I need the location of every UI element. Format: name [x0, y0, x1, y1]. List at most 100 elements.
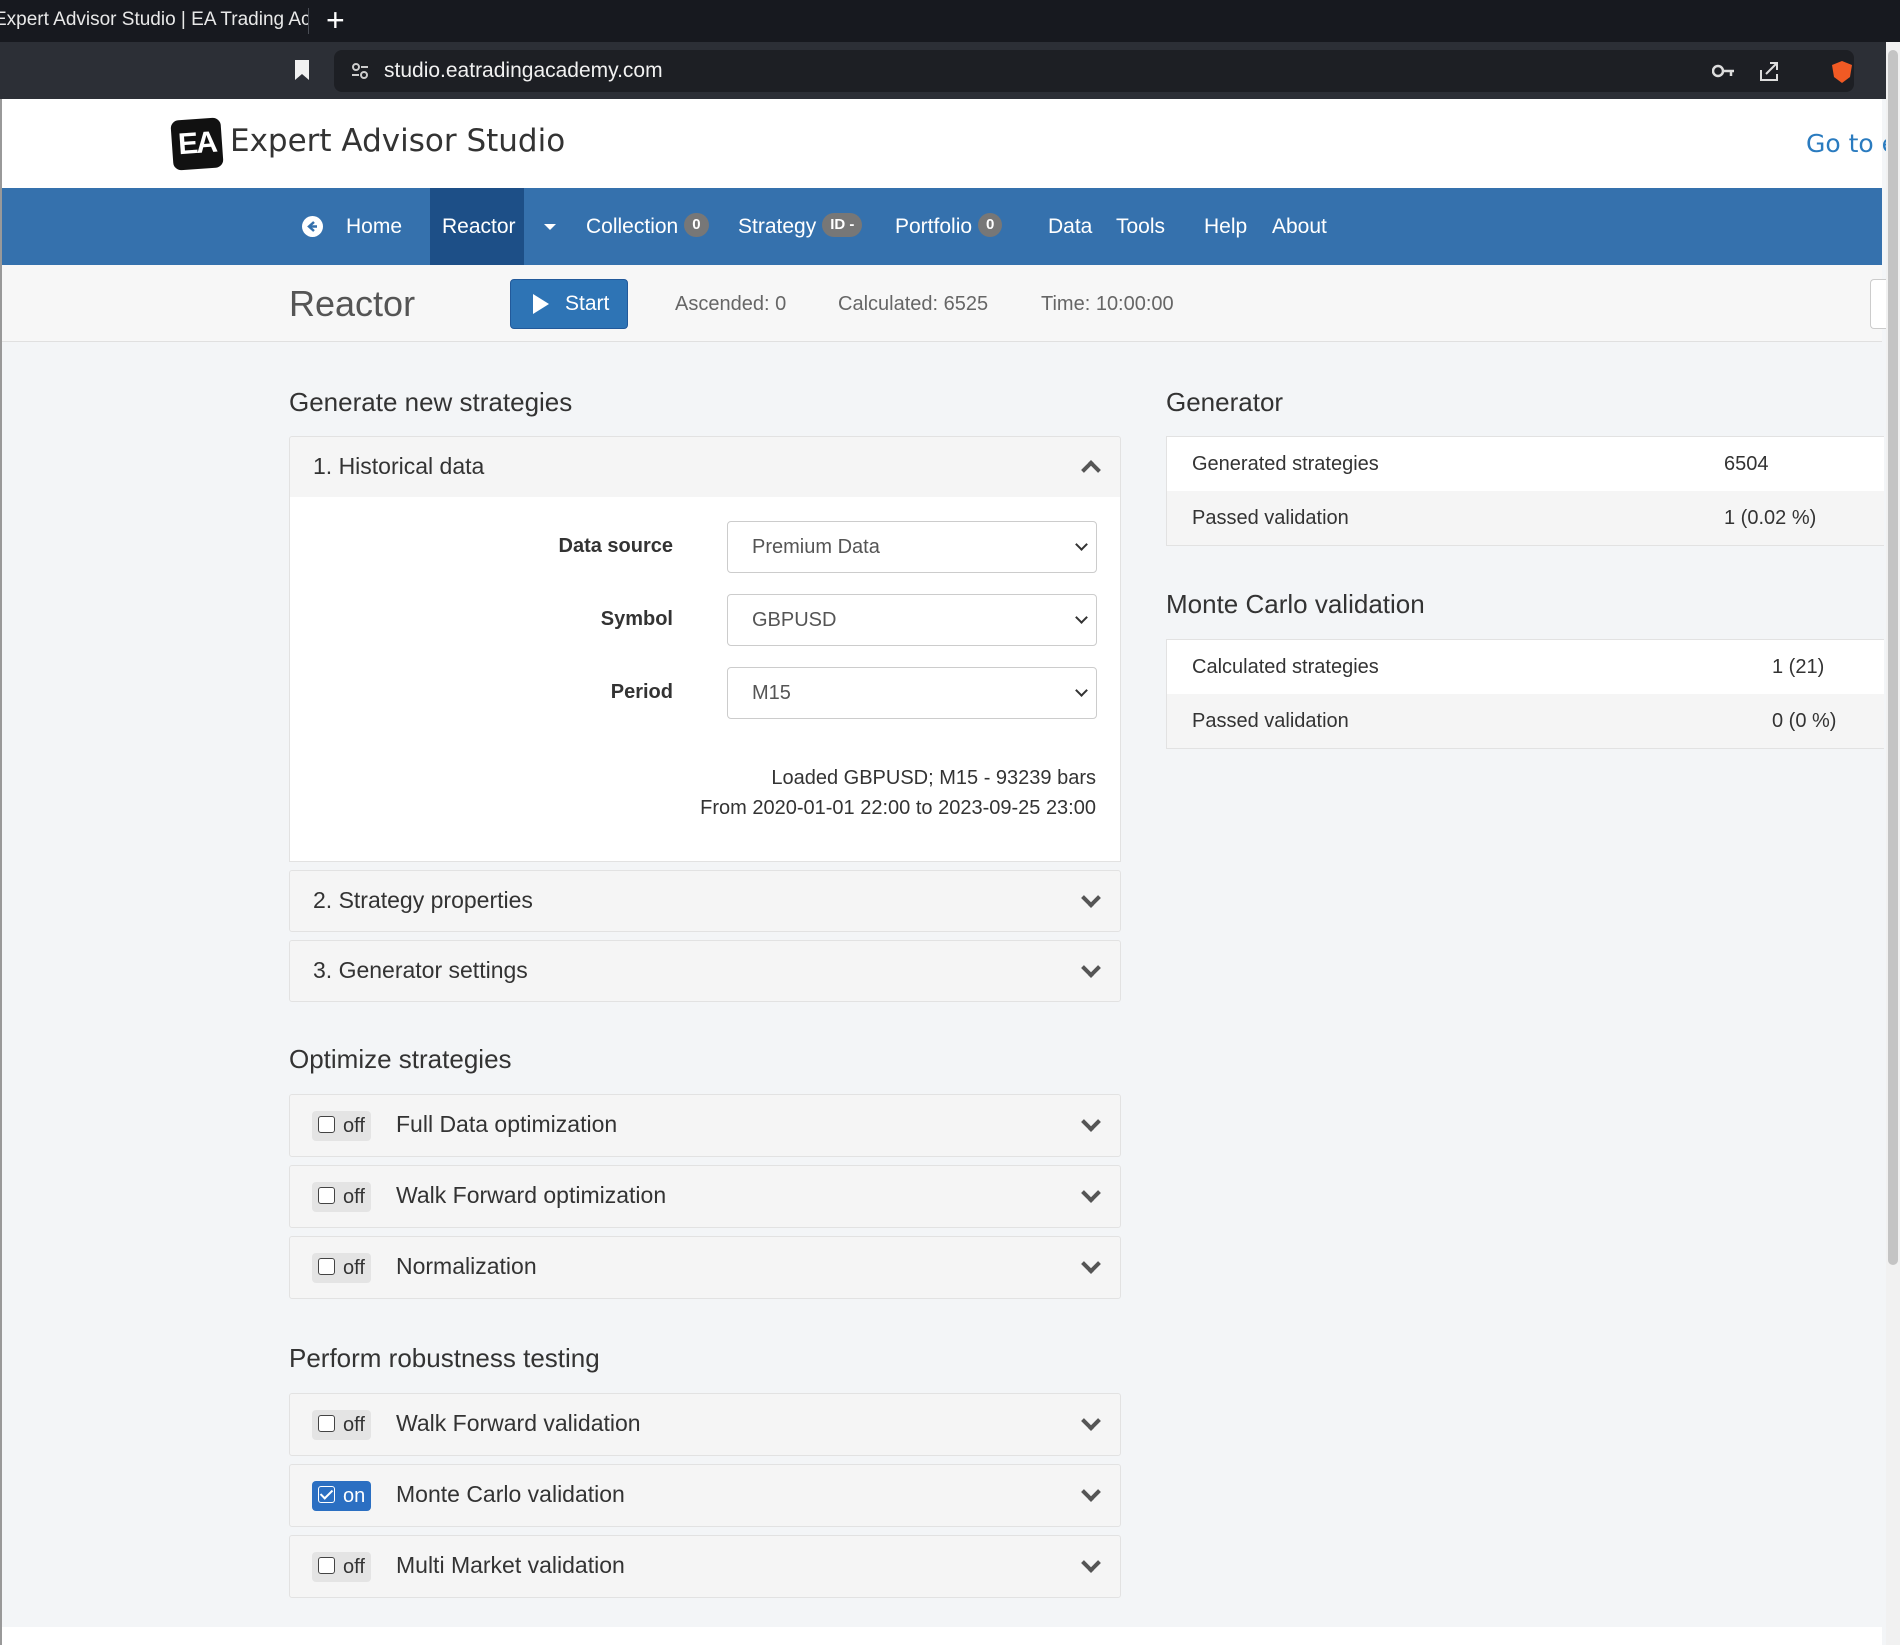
nav-portfolio[interactable]: Portfolio 0: [895, 188, 1003, 265]
share-icon[interactable]: [1758, 60, 1780, 82]
nav-collection[interactable]: Collection 0: [586, 188, 709, 265]
full-data-optimization-title: Full Data optimization: [396, 1111, 618, 1137]
chevron-down-icon: [1081, 1482, 1101, 1502]
address-bar: studio.eatradingacademy.com: [0, 42, 1900, 99]
period-value: M15: [752, 682, 791, 704]
checkbox[interactable]: [318, 1415, 335, 1433]
checkbox[interactable]: [318, 1557, 335, 1575]
site-settings-icon[interactable]: [350, 61, 370, 81]
ea-logo[interactable]: EA: [170, 117, 224, 171]
walk-forward-optimization-panel[interactable]: off Walk Forward optimization: [289, 1165, 1121, 1228]
toggle-state: on: [343, 1485, 366, 1507]
portfolio-count-badge: 0: [978, 213, 1003, 238]
table-row: Calculated strategies 1 (21): [1167, 640, 1884, 694]
multi-market-validation-panel[interactable]: off Multi Market validation: [289, 1535, 1121, 1598]
brand-name[interactable]: Expert Advisor Studio: [230, 123, 565, 159]
chevron-down-icon: [1075, 538, 1088, 551]
goto-link[interactable]: Go to e: [1806, 129, 1897, 158]
normalization-title: Normalization: [396, 1253, 537, 1279]
full-data-optimization-panel[interactable]: off Full Data optimization: [289, 1094, 1121, 1157]
table-row: Passed validation 0 (0 %): [1167, 694, 1884, 748]
generator-stats-title: Generator: [1166, 387, 1284, 417]
walk-forward-validation-panel[interactable]: off Walk Forward validation: [289, 1393, 1121, 1456]
checkbox[interactable]: [318, 1116, 335, 1134]
page-footer-area: [2, 1627, 1882, 1645]
montecarlo-passed-label: Passed validation: [1192, 710, 1349, 732]
elapsed-time: Time: 10:00:00: [1041, 293, 1174, 315]
strategy-properties-panel[interactable]: 2. Strategy properties: [289, 870, 1121, 932]
calculated-strategies-label: Calculated strategies: [1192, 656, 1379, 678]
tab-title: Expert Advisor Studio | EA Trading Acade…: [0, 9, 308, 30]
nav-strategy-label: Strategy: [738, 215, 817, 238]
chevron-down-icon: [1081, 958, 1101, 978]
generator-passed-label: Passed validation: [1192, 507, 1349, 529]
historical-data-panel-body: Data source Premium Data Symbol GBPUSD P…: [289, 497, 1121, 862]
monte-carlo-validation-title: Monte Carlo validation: [396, 1481, 625, 1507]
toggle-state: off: [343, 1186, 365, 1208]
checkbox[interactable]: [318, 1187, 335, 1205]
reactor-toolbar: Reactor Start Ascended: 0 Calculated: 65…: [2, 265, 1890, 342]
checkbox-checked[interactable]: [318, 1486, 335, 1504]
chevron-down-icon: [1081, 1183, 1101, 1203]
monte-carlo-validation-toggle[interactable]: on: [312, 1481, 372, 1511]
normalization-toggle[interactable]: off: [312, 1253, 371, 1283]
reactor-dropdown-caret-icon[interactable]: [544, 224, 556, 230]
collection-count-badge: 0: [684, 213, 709, 238]
montecarlo-stats-table: Calculated strategies 1 (21) Passed vali…: [1166, 639, 1884, 749]
walk-forward-validation-toggle[interactable]: off: [312, 1410, 371, 1440]
new-tab-icon[interactable]: +: [326, 4, 345, 36]
historical-data-panel-header[interactable]: 1. Historical data: [289, 436, 1121, 498]
period-select[interactable]: M15: [727, 667, 1097, 719]
start-button-label: Start: [565, 292, 610, 315]
nav-help[interactable]: Help: [1204, 188, 1247, 265]
montecarlo-passed-value: 0 (0 %): [1772, 710, 1837, 732]
url-field[interactable]: studio.eatradingacademy.com: [334, 50, 1854, 92]
browser-tab[interactable]: Expert Advisor Studio | EA Trading Acade…: [0, 0, 308, 42]
walk-forward-optimization-toggle[interactable]: off: [312, 1182, 371, 1212]
vertical-scrollbar[interactable]: [1886, 42, 1900, 1645]
scrollbar-thumb[interactable]: [1888, 50, 1898, 1265]
generated-strategies-value: 6504: [1724, 453, 1769, 475]
ascended-count: Ascended: 0: [675, 293, 787, 315]
nav-tools[interactable]: Tools: [1116, 188, 1165, 265]
main-navbar: Home Reactor Collection 0 Strategy ID - Po…: [2, 188, 1882, 265]
chevron-down-icon: [1081, 1112, 1101, 1132]
nav-about[interactable]: About: [1272, 188, 1327, 265]
period-label: Period: [610, 681, 673, 703]
nav-strategy[interactable]: Strategy ID -: [738, 188, 863, 265]
multi-market-validation-toggle[interactable]: off: [312, 1552, 371, 1582]
nav-data[interactable]: Data: [1048, 188, 1092, 265]
generator-passed-value: 1 (0.02 %): [1724, 507, 1817, 529]
chevron-up-icon: [1081, 460, 1101, 480]
brave-shield-icon[interactable]: [1830, 60, 1854, 84]
start-button[interactable]: Start: [510, 279, 628, 329]
key-icon[interactable]: [1712, 61, 1736, 81]
data-range-info: From 2020-01-01 22:00 to 2023-09-25 23:0…: [700, 797, 1096, 819]
loaded-data-info: Loaded GBPUSD; M15 - 93239 bars: [771, 767, 1096, 789]
checkbox[interactable]: [318, 1258, 335, 1276]
symbol-label: Symbol: [600, 608, 673, 630]
chevron-down-icon: [1081, 1254, 1101, 1274]
generator-settings-title: 3. Generator settings: [313, 957, 528, 983]
nav-reactor[interactable]: Reactor: [430, 188, 524, 265]
back-arrow-icon[interactable]: [302, 216, 323, 237]
generator-settings-panel[interactable]: 3. Generator settings: [289, 940, 1121, 1002]
calculated-count: Calculated: 6525: [838, 293, 989, 315]
full-data-optimization-toggle[interactable]: off: [312, 1111, 371, 1141]
toggle-state: off: [343, 1556, 365, 1578]
browser-tab-bar: Expert Advisor Studio | EA Trading Acade…: [0, 0, 1900, 42]
historical-data-title: 1. Historical data: [313, 453, 485, 479]
toggle-state: off: [343, 1414, 365, 1436]
table-row: Generated strategies 6504: [1167, 437, 1884, 491]
toggle-state: off: [343, 1115, 365, 1137]
strategy-id-badge: ID -: [822, 213, 863, 238]
normalization-panel[interactable]: off Normalization: [289, 1236, 1121, 1299]
table-row: Passed validation 1 (0.02 %): [1167, 491, 1884, 545]
chevron-down-icon: [1081, 1553, 1101, 1573]
data-source-select[interactable]: Premium Data: [727, 521, 1097, 573]
bookmark-icon[interactable]: [294, 59, 310, 81]
nav-home[interactable]: Home: [346, 188, 402, 265]
monte-carlo-validation-panel[interactable]: on Monte Carlo validation: [289, 1464, 1121, 1527]
toggle-state: off: [343, 1257, 365, 1279]
symbol-select[interactable]: GBPUSD: [727, 594, 1097, 646]
